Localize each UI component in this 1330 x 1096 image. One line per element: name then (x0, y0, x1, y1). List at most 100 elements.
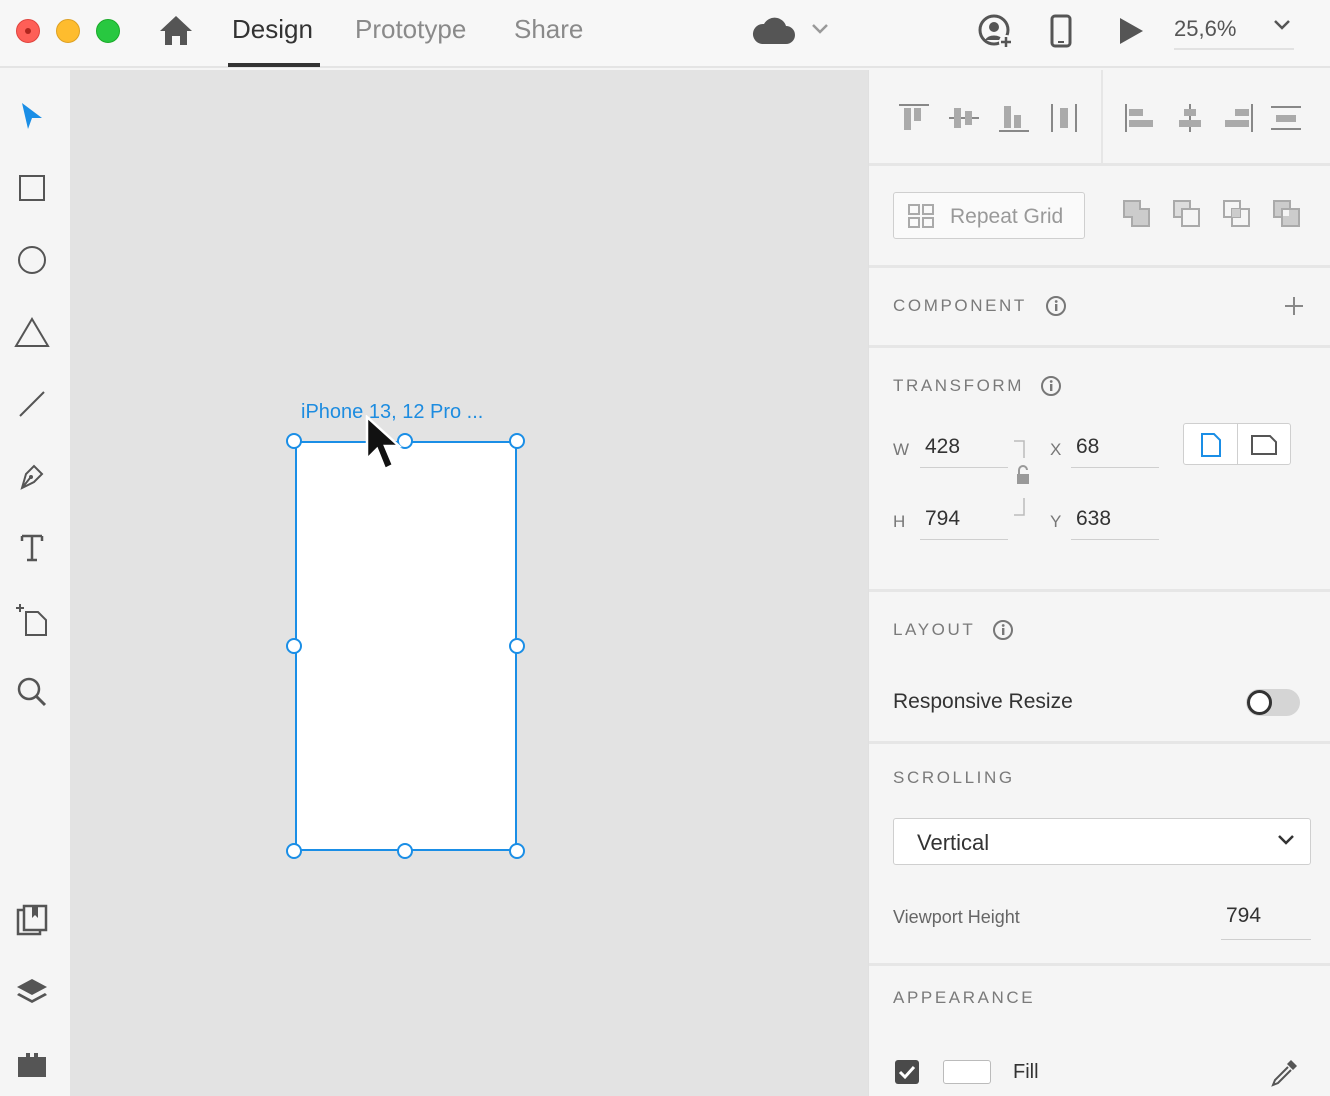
align-bottom-icon[interactable] (997, 102, 1031, 134)
assets-panel-button[interactable] (10, 898, 54, 942)
resize-handle-bottom[interactable] (397, 843, 413, 859)
polygon-tool[interactable] (10, 310, 54, 354)
portrait-icon[interactable] (1200, 432, 1222, 458)
fill-label: Fill (1013, 1061, 1039, 1083)
width-value: 428 (925, 435, 961, 458)
landscape-icon[interactable] (1250, 434, 1278, 456)
boolean-subtract-icon[interactable] (1171, 198, 1203, 230)
eyedropper-icon[interactable] (1269, 1056, 1301, 1088)
scrolling-select[interactable]: Vertical (893, 818, 1311, 865)
zoom-level-value: 25,6% (1174, 16, 1237, 41)
rectangle-tool[interactable] (10, 166, 54, 210)
close-window-button[interactable] (16, 19, 40, 43)
resize-handle-bottom-right[interactable] (509, 843, 525, 859)
layout-info-icon[interactable] (992, 619, 1014, 641)
tab-prototype[interactable]: Prototype (355, 14, 466, 45)
height-label: H (893, 512, 906, 531)
width-label: W (893, 440, 910, 459)
align-right-icon[interactable] (1221, 102, 1255, 134)
viewport-height-label: Viewport Height (893, 907, 1020, 927)
align-left-icon[interactable] (1123, 102, 1157, 134)
layout-title: LAYOUT (893, 620, 976, 639)
align-middle-icon[interactable] (947, 102, 981, 134)
resize-handle-top-right[interactable] (509, 433, 525, 449)
share-user-icon[interactable] (978, 14, 1014, 50)
x-field[interactable]: 68 (1071, 430, 1159, 468)
artboard-tool[interactable] (10, 598, 54, 642)
cloud-icon[interactable] (750, 16, 796, 46)
responsive-resize-toggle[interactable] (1246, 689, 1300, 716)
select-tool[interactable] (10, 94, 54, 138)
resize-handle-top-left[interactable] (286, 433, 302, 449)
boolean-add-icon[interactable] (1121, 198, 1153, 230)
zoom-chevron-down-icon[interactable] (1272, 18, 1292, 32)
resize-handle-bottom-left[interactable] (286, 843, 302, 859)
zoom-tool[interactable] (10, 670, 54, 714)
fill-color-swatch[interactable] (943, 1060, 991, 1084)
add-component-icon[interactable] (1283, 295, 1305, 317)
x-value: 68 (1076, 435, 1100, 458)
artboard[interactable] (295, 441, 517, 851)
height-field[interactable]: 794 (920, 502, 1008, 540)
boolean-exclude-icon[interactable] (1271, 198, 1303, 230)
triangle-icon (14, 317, 50, 347)
align-section (869, 70, 1330, 166)
boolean-intersect-icon[interactable] (1221, 198, 1253, 230)
viewport-height-value: 794 (1226, 904, 1262, 927)
pen-icon (20, 464, 44, 490)
transform-section: TRANSFORM W 428 H 794 X 68 Y 638 (869, 348, 1330, 592)
grid-icon (908, 204, 934, 228)
design-canvas[interactable]: iPhone 13, 12 Pro ... (70, 70, 868, 1096)
transform-info-icon[interactable] (1040, 375, 1062, 397)
align-top-icon[interactable] (897, 102, 931, 134)
magnifier-icon (17, 677, 47, 707)
line-tool[interactable] (10, 382, 54, 426)
mobile-preview-icon[interactable] (1050, 14, 1072, 48)
play-icon[interactable] (1116, 16, 1146, 46)
layers-icon (17, 979, 47, 1003)
minimize-window-button[interactable] (56, 19, 80, 43)
scrolling-selected-value: Vertical (917, 830, 990, 855)
artboard-icon (16, 604, 47, 636)
text-tool[interactable] (10, 526, 54, 570)
checkmark-icon (898, 1065, 916, 1080)
text-icon (20, 534, 44, 562)
pen-tool[interactable] (10, 454, 54, 498)
align-center-icon[interactable] (1173, 102, 1207, 134)
fill-checkbox[interactable] (895, 1060, 919, 1084)
layout-section: LAYOUT (869, 592, 1330, 744)
distribute-horizontal-icon[interactable] (1047, 102, 1081, 134)
layers-panel-button[interactable] (10, 970, 54, 1014)
y-label: Y (1050, 512, 1062, 531)
property-inspector: Repeat Grid COMPONENT TRANSFORM W 428 H … (868, 70, 1330, 1096)
rectangle-icon (19, 175, 45, 201)
tab-share[interactable]: Share (514, 14, 583, 45)
maximize-window-button[interactable] (96, 19, 120, 43)
plugins-icon (18, 1053, 46, 1077)
distribute-vertical-icon[interactable] (1269, 102, 1303, 134)
component-section: COMPONENT (869, 268, 1330, 348)
tab-design[interactable]: Design (232, 14, 313, 45)
x-label: X (1050, 440, 1062, 459)
width-field[interactable]: 428 (920, 430, 1008, 468)
home-icon[interactable] (158, 14, 194, 46)
repeat-grid-button[interactable]: Repeat Grid (893, 192, 1085, 239)
resize-handle-right[interactable] (509, 638, 525, 654)
title-bar: Design Prototype Share 25,6% (0, 0, 1330, 68)
chevron-down-icon[interactable] (810, 22, 830, 36)
y-field[interactable]: 638 (1071, 502, 1159, 540)
resize-handle-left[interactable] (286, 638, 302, 654)
align-divider (1101, 70, 1103, 164)
lock-aspect-icon[interactable] (1011, 440, 1031, 516)
plugins-panel-button[interactable] (10, 1042, 54, 1086)
repeat-grid-section: Repeat Grid (869, 166, 1330, 268)
ellipse-tool[interactable] (10, 238, 54, 282)
mouse-cursor-icon (365, 415, 403, 471)
repeat-grid-label: Repeat Grid (950, 205, 1064, 228)
viewport-height-field[interactable]: 794 (1221, 898, 1311, 940)
line-icon (19, 391, 45, 417)
orientation-divider (1237, 424, 1238, 464)
component-info-icon[interactable] (1045, 295, 1067, 317)
assets-icon (16, 904, 48, 936)
left-toolbar (0, 70, 70, 1096)
